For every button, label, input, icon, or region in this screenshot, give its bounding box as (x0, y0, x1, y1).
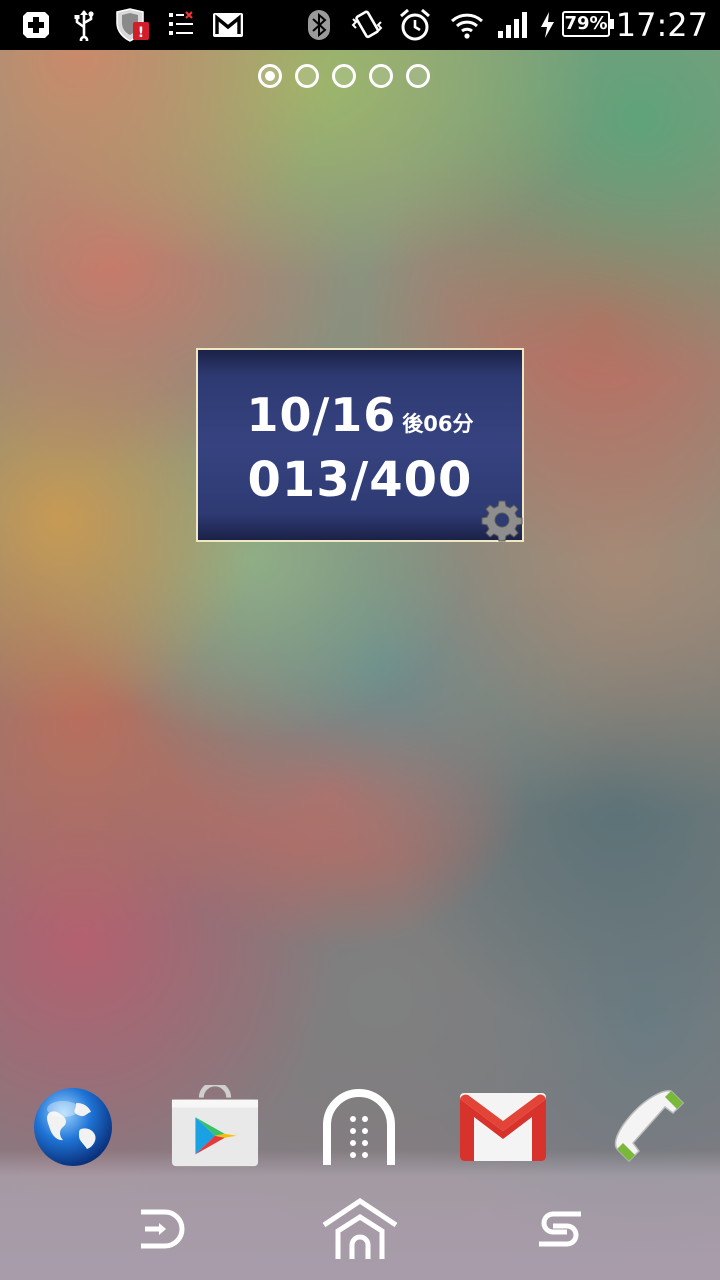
svg-text:!: ! (138, 25, 144, 41)
home-icon (320, 1197, 400, 1265)
back-icon (125, 1204, 195, 1258)
vibrate-icon (350, 8, 384, 42)
medical-cross-icon (20, 8, 52, 42)
gmail-icon[interactable] (458, 1082, 548, 1172)
page-dot-5[interactable] (406, 64, 430, 88)
play-store-icon[interactable] (170, 1082, 260, 1172)
battery-icon: 79% (562, 11, 614, 37)
phone-icon[interactable] (602, 1082, 692, 1172)
home-button[interactable] (320, 1196, 400, 1266)
counter-widget[interactable]: 10/16 後06分 013/400 (196, 348, 524, 542)
usb-icon (72, 8, 96, 42)
page-dot-1[interactable] (258, 64, 282, 88)
widget-date-row: 10/16 後06分 (198, 388, 522, 442)
home-screen: ! 79% 17:27 10/16 後06分 013/400 (0, 0, 720, 1280)
back-button[interactable] (120, 1196, 200, 1266)
wifi-icon (450, 8, 484, 42)
security-shield-icon: ! (114, 8, 150, 42)
browser-globe-icon[interactable] (28, 1082, 118, 1172)
signal-icon (496, 8, 530, 42)
page-dot-2[interactable] (295, 64, 319, 88)
widget-count: 013/400 (247, 452, 473, 508)
page-dot-3[interactable] (332, 64, 356, 88)
charging-icon (538, 8, 556, 42)
gear-icon[interactable] (480, 498, 524, 542)
app-drawer-icon[interactable] (314, 1082, 404, 1172)
widget-date: 10/16 (246, 388, 397, 442)
task-list-icon (166, 8, 196, 42)
recents-button[interactable] (520, 1196, 600, 1266)
recents-icon (523, 1204, 597, 1258)
alarm-icon (398, 8, 432, 42)
bluetooth-icon (306, 8, 332, 42)
page-indicator (258, 64, 430, 88)
page-dot-4[interactable] (369, 64, 393, 88)
gmail-notification-icon (212, 8, 244, 42)
widget-date-suffix: 後06分 (402, 412, 474, 436)
status-bar[interactable]: ! 79% 17:27 (0, 0, 720, 50)
clock: 17:27 (615, 6, 708, 44)
